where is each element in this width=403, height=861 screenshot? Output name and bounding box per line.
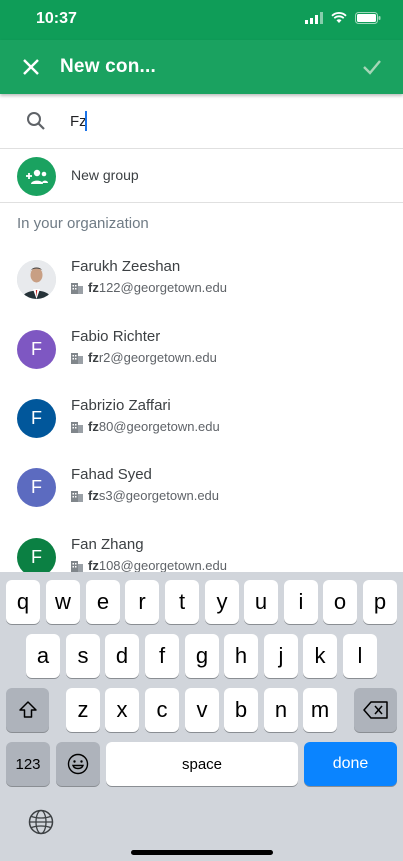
battery-icon — [355, 12, 381, 24]
email-match: fz — [88, 558, 99, 573]
contact-email: fz80@georgetown.edu — [71, 419, 220, 434]
emoji-key[interactable] — [56, 742, 100, 786]
email-rest: 108@georgetown.edu — [98, 558, 227, 573]
building-icon — [71, 560, 83, 572]
key-m[interactable]: m — [303, 688, 337, 732]
keyboard: q w e r t y u i o p a s d f g h j k l z … — [0, 572, 403, 861]
signal-icon — [305, 12, 323, 24]
contact-row[interactable]: F Fabrizio Zaffari fz80@georgetown.edu — [0, 389, 403, 458]
status-time: 10:37 — [36, 10, 77, 27]
key-c[interactable]: c — [145, 688, 179, 732]
building-icon — [71, 282, 83, 294]
key-e[interactable]: e — [86, 580, 120, 624]
new-group-avatar — [17, 157, 56, 196]
key-h[interactable]: h — [224, 634, 258, 678]
app-bar: New con... — [0, 40, 403, 94]
key-l[interactable]: l — [343, 634, 377, 678]
search-row — [0, 94, 403, 149]
key-f[interactable]: f — [145, 634, 179, 678]
key-j[interactable]: j — [264, 634, 298, 678]
building-icon — [71, 490, 83, 502]
shift-key[interactable] — [6, 688, 49, 732]
contact-name: Fan Zhang — [71, 536, 144, 553]
email-match: fz — [88, 350, 99, 365]
home-indicator — [131, 850, 273, 855]
contact-email: fz108@georgetown.edu — [71, 558, 227, 573]
contact-name: Fabrizio Zaffari — [71, 397, 171, 414]
status-icons — [305, 12, 381, 24]
key-b[interactable]: b — [224, 688, 258, 732]
wifi-icon — [331, 12, 347, 23]
contact-name: Fabio Richter — [71, 328, 161, 345]
search-input[interactable] — [70, 108, 370, 134]
key-d[interactable]: d — [105, 634, 139, 678]
key-x[interactable]: x — [105, 688, 139, 732]
email-match: fz — [88, 488, 99, 503]
key-q[interactable]: q — [6, 580, 40, 624]
status-bar: 10:37 — [0, 0, 403, 40]
new-group-label: New group — [71, 167, 139, 183]
person-photo-icon — [17, 260, 56, 299]
key-o[interactable]: o — [323, 580, 357, 624]
page-title: New con... — [60, 56, 156, 77]
close-icon[interactable] — [20, 56, 42, 78]
building-icon — [71, 421, 83, 433]
building-icon — [71, 352, 83, 364]
check-icon[interactable] — [361, 56, 383, 78]
email-match: fz — [88, 419, 99, 434]
contact-photo-avatar — [17, 260, 56, 299]
contact-row[interactable]: Farukh Zeeshan fz122@georgetown.edu — [0, 250, 403, 319]
contact-email: fzr2@georgetown.edu — [71, 350, 217, 365]
new-group-item[interactable]: New group — [0, 149, 403, 203]
contact-name: Farukh Zeeshan — [71, 258, 181, 275]
key-s[interactable]: s — [66, 634, 100, 678]
contact-avatar: F — [17, 330, 56, 369]
contact-row[interactable]: F Fahad Syed fzs3@georgetown.edu — [0, 458, 403, 527]
group-add-icon — [25, 169, 48, 184]
key-w[interactable]: w — [46, 580, 80, 624]
email-rest: s3@georgetown.edu — [98, 488, 220, 503]
email-match: fz — [88, 280, 99, 295]
text-cursor — [85, 111, 87, 131]
contact-row[interactable]: F Fabio Richter fzr2@georgetown.edu — [0, 320, 403, 389]
backspace-icon — [362, 701, 388, 719]
key-g[interactable]: g — [185, 634, 219, 678]
shift-icon — [18, 701, 37, 718]
key-z[interactable]: z — [66, 688, 100, 732]
contact-email: fzs3@georgetown.edu — [71, 488, 219, 503]
key-v[interactable]: v — [185, 688, 219, 732]
email-rest: 122@georgetown.edu — [98, 280, 227, 295]
contact-email: fz122@georgetown.edu — [71, 280, 227, 295]
key-r[interactable]: r — [125, 580, 159, 624]
space-key[interactable]: space — [106, 742, 298, 786]
key-t[interactable]: t — [165, 580, 199, 624]
key-a[interactable]: a — [26, 634, 60, 678]
delete-key[interactable] — [354, 688, 397, 732]
email-rest: 80@georgetown.edu — [98, 419, 220, 434]
contact-avatar: F — [17, 468, 56, 507]
globe-icon[interactable] — [28, 809, 54, 835]
key-u[interactable]: u — [244, 580, 278, 624]
section-header: In your organization — [17, 215, 149, 232]
key-p[interactable]: p — [363, 580, 397, 624]
key-y[interactable]: y — [205, 580, 239, 624]
search-icon — [27, 112, 45, 130]
contact-avatar: F — [17, 399, 56, 438]
key-n[interactable]: n — [264, 688, 298, 732]
numbers-key[interactable]: 123 — [6, 742, 50, 786]
email-rest: r2@georgetown.edu — [98, 350, 217, 365]
key-k[interactable]: k — [303, 634, 337, 678]
key-i[interactable]: i — [284, 580, 318, 624]
contact-name: Fahad Syed — [71, 466, 152, 483]
emoji-icon — [67, 753, 89, 775]
done-key[interactable]: done — [304, 742, 397, 786]
